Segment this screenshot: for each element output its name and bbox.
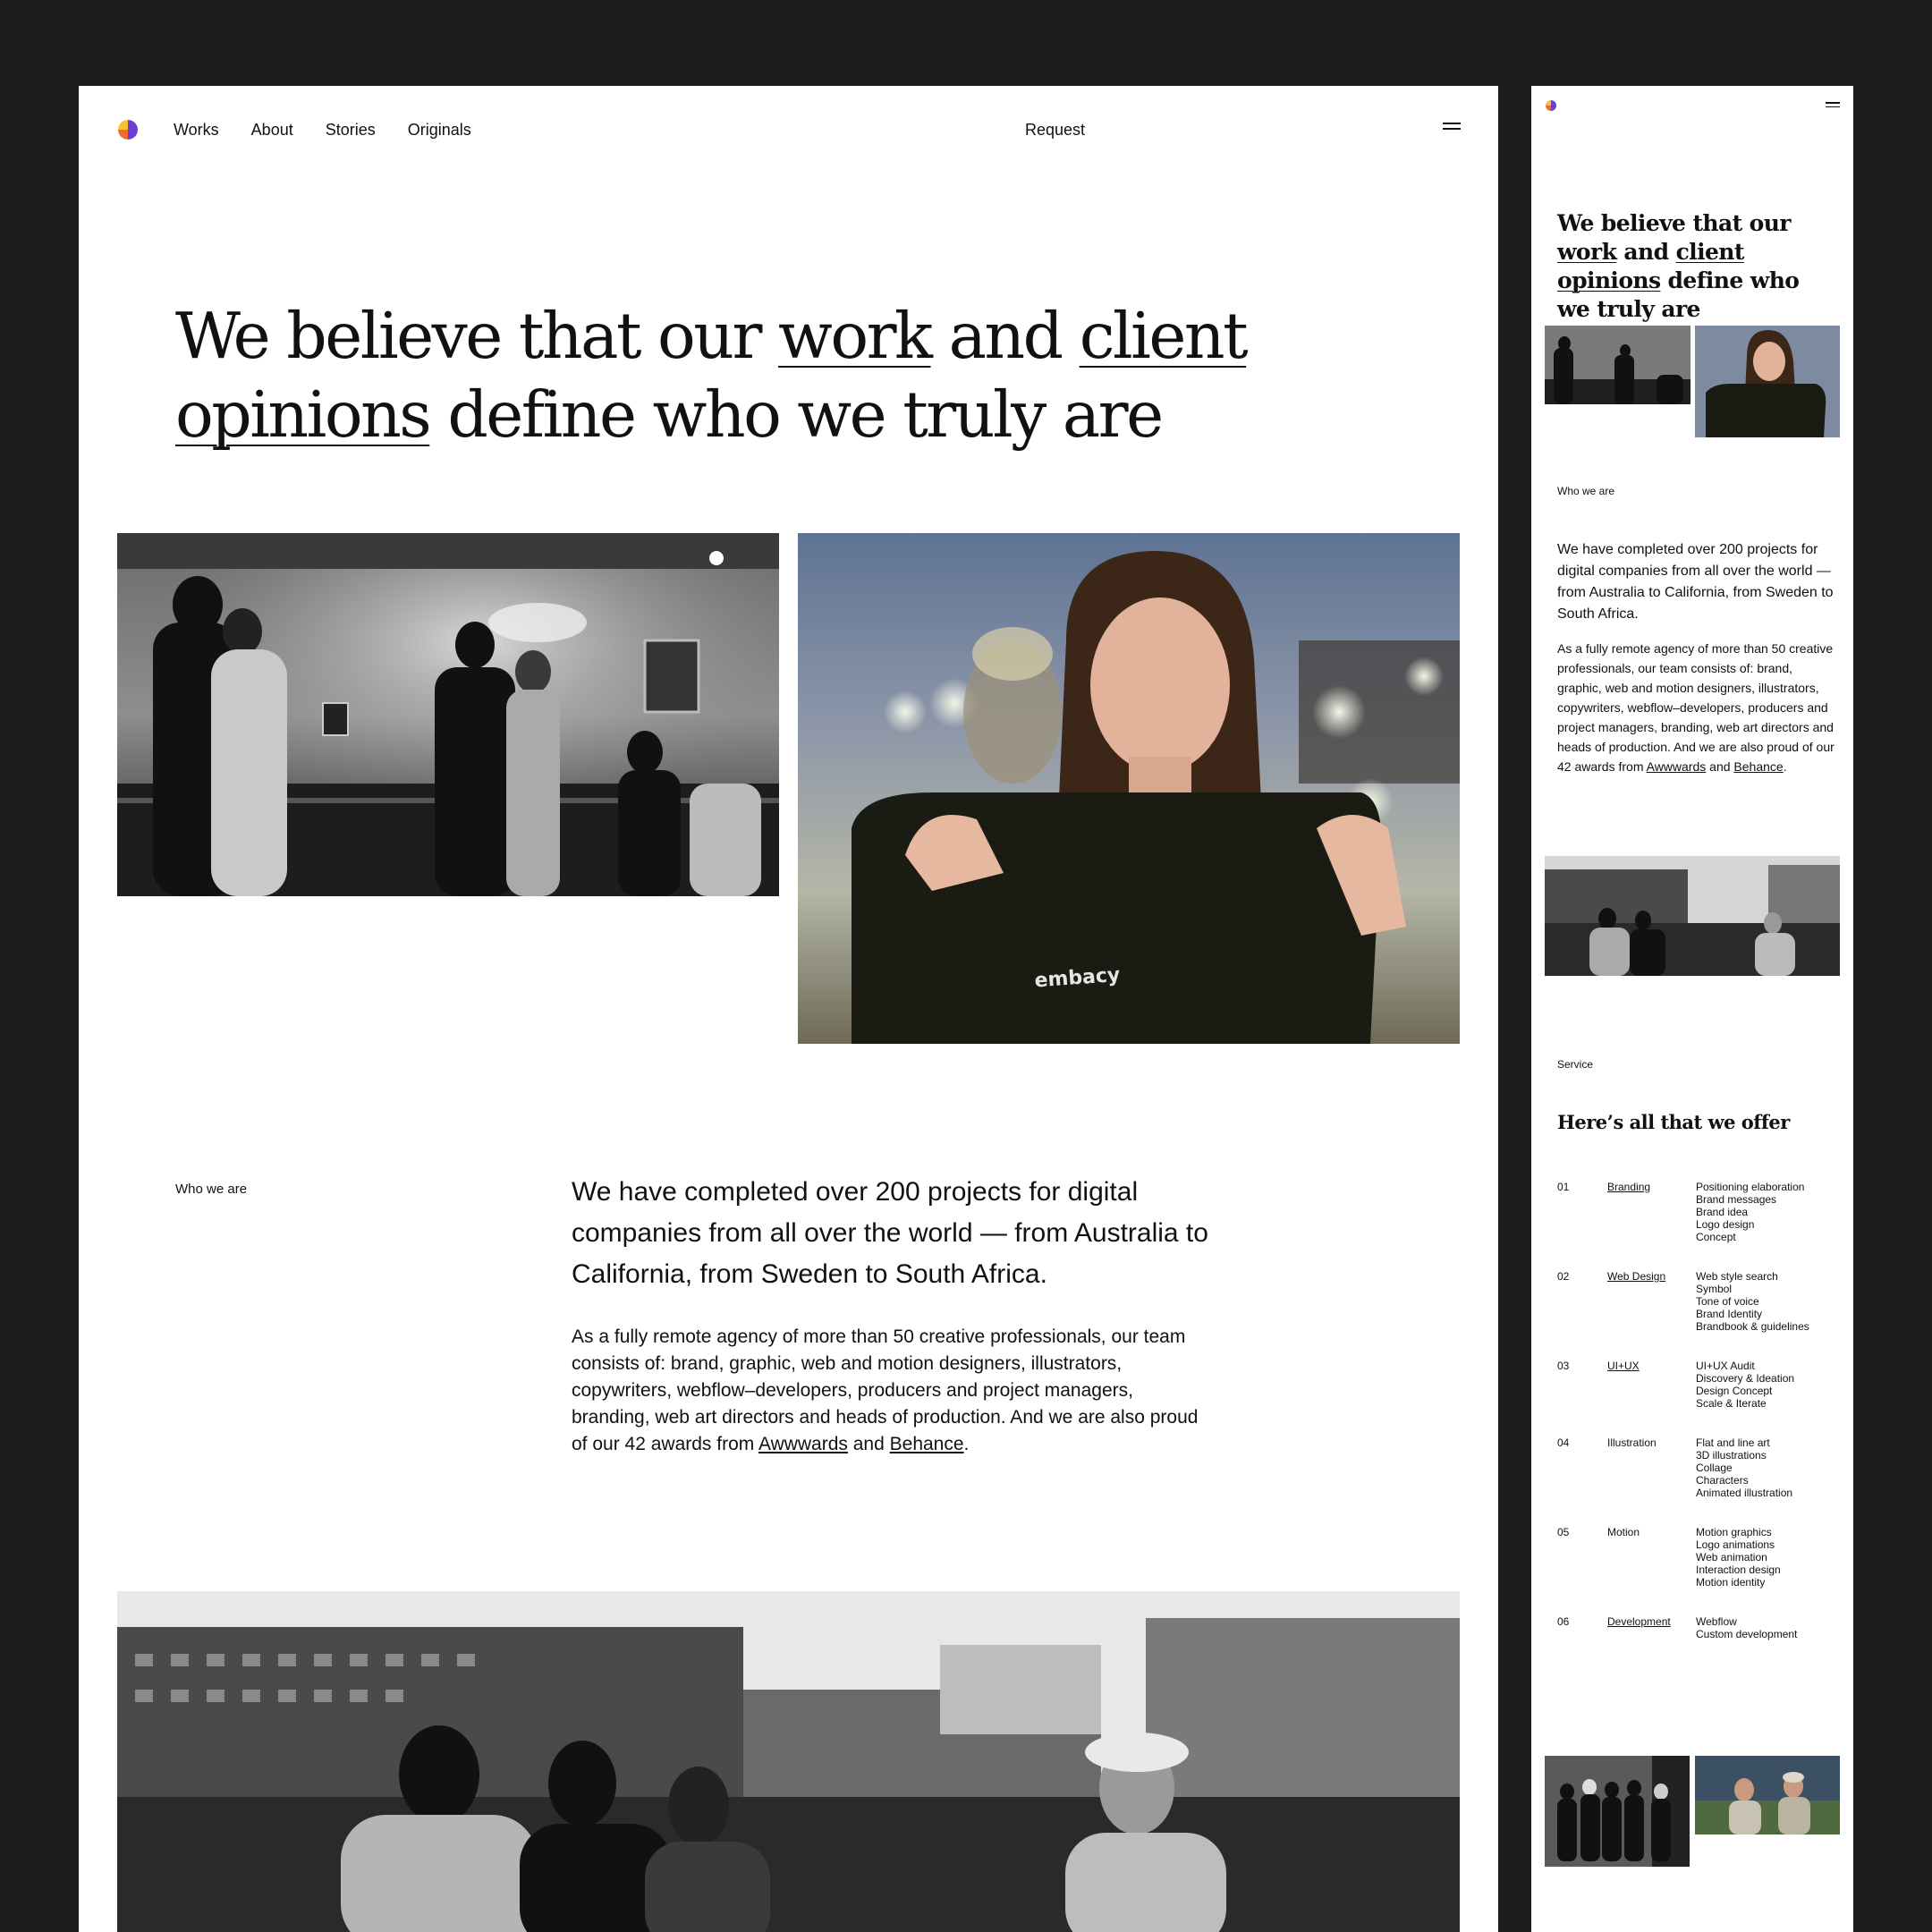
- service-illustration: Illustration: [1607, 1436, 1657, 1449]
- hero-text: define who we truly are: [429, 377, 1164, 452]
- services-list: 01 Branding Positioning elaboration Bran…: [1557, 1181, 1835, 1640]
- service-number: 02: [1557, 1270, 1570, 1283]
- service-subitem: Interaction design: [1696, 1563, 1781, 1576]
- service-subitem: UI+UX Audit: [1696, 1360, 1755, 1372]
- service-item: 03 UI+UX UI+UX Audit Discovery & Ideatio…: [1557, 1360, 1835, 1410]
- service-number: 01: [1557, 1181, 1570, 1193]
- nav-originals[interactable]: Originals: [408, 120, 471, 140]
- service-subitem: Brand idea: [1696, 1206, 1749, 1218]
- service-item: 02 Web Design Web style search Symbol To…: [1557, 1270, 1835, 1333]
- work-link[interactable]: work: [778, 299, 933, 373]
- request-link[interactable]: Request: [1025, 120, 1085, 140]
- main-nav: Works About Stories Originals: [174, 120, 471, 140]
- service-items: Webflow Custom development: [1696, 1615, 1797, 1640]
- who-body-text: As a fully remote agency of more than 50…: [572, 1324, 1207, 1458]
- service-item: 04 Illustration Flat and line art 3D ill…: [1557, 1436, 1835, 1499]
- who-body-part: .: [963, 1434, 970, 1454]
- menu-icon[interactable]: [1443, 123, 1461, 137]
- who-body-part: As a fully remote agency of more than 50…: [1557, 641, 1835, 774]
- awwwards-link[interactable]: Awwwards: [1647, 759, 1707, 774]
- service-subitem: 3D illustrations: [1696, 1449, 1767, 1462]
- service-subitem: Scale & Iterate: [1696, 1397, 1767, 1410]
- hero-text: We believe that our: [175, 299, 779, 373]
- logo-icon[interactable]: [118, 120, 138, 140]
- who-body-text: As a fully remote agency of more than 50…: [1557, 639, 1836, 776]
- service-items: Motion graphics Logo animations Web anim…: [1696, 1526, 1781, 1589]
- service-development-link[interactable]: Development: [1607, 1615, 1696, 1640]
- service-subitem: Web style search: [1696, 1270, 1778, 1283]
- hero-heading: We believe that our work and client opin…: [1557, 209, 1835, 324]
- service-item: 05 Motion Motion graphics Logo animation…: [1557, 1526, 1835, 1589]
- service-items: Positioning elaboration Brand messages B…: [1696, 1181, 1804, 1243]
- who-we-are-label: Who we are: [175, 1182, 248, 1197]
- two-men-photo: [1695, 1756, 1840, 1835]
- hero-heading: We believe that our work and client opin…: [175, 297, 1338, 454]
- team-party-photo: [1545, 326, 1690, 404]
- service-number: 06: [1557, 1615, 1570, 1628]
- who-lead-text: We have completed over 200 projects for …: [1557, 542, 1834, 622]
- service-subitem: Animated illustration: [1696, 1487, 1793, 1499]
- nav-stories[interactable]: Stories: [326, 120, 376, 140]
- service-label: Service: [1557, 1058, 1594, 1071]
- behance-link[interactable]: Behance: [890, 1434, 964, 1454]
- desktop-frame: Works About Stories Originals Request We…: [79, 86, 1498, 1932]
- service-number: 04: [1557, 1436, 1570, 1449]
- service-subitem: Logo animations: [1696, 1538, 1775, 1551]
- who-body-part: and: [847, 1434, 890, 1454]
- who-we-are-label: Who we are: [1557, 485, 1615, 497]
- nav-works[interactable]: Works: [174, 120, 219, 140]
- embacy-shirt-photo: [1695, 326, 1840, 437]
- hero-text: We believe that our: [1557, 210, 1791, 236]
- service-subitem: Discovery & Ideation: [1696, 1372, 1795, 1385]
- who-lead-text: We have completed over 200 projects for …: [572, 1177, 1208, 1289]
- who-body-part: .: [1783, 759, 1787, 774]
- service-item: 01 Branding Positioning elaboration Bran…: [1557, 1181, 1835, 1243]
- service-subitem: Motion identity: [1696, 1576, 1766, 1589]
- service-subitem: Brandbook & guidelines: [1696, 1320, 1809, 1333]
- service-subitem: Custom development: [1696, 1628, 1798, 1640]
- service-subitem: Tone of voice: [1696, 1295, 1759, 1308]
- service-subitem: Webflow: [1696, 1615, 1737, 1628]
- service-motion: Motion: [1607, 1526, 1640, 1538]
- service-subitem: Concept: [1696, 1231, 1736, 1243]
- team-group-photo: [1545, 1756, 1690, 1867]
- rooftop-team-photo: [117, 1591, 1460, 1932]
- behance-link[interactable]: Behance: [1733, 759, 1783, 774]
- service-subitem: Design Concept: [1696, 1385, 1773, 1397]
- service-subitem: Characters: [1696, 1474, 1749, 1487]
- service-number: 05: [1557, 1526, 1570, 1538]
- work-link[interactable]: work: [1557, 239, 1617, 265]
- service-item: 06 Development Webflow Custom developmen…: [1557, 1615, 1835, 1640]
- menu-icon[interactable]: [1826, 102, 1840, 111]
- hero-text: and: [930, 299, 1080, 373]
- service-web-design-link[interactable]: Web Design: [1607, 1270, 1696, 1333]
- service-subitem: Web animation: [1696, 1551, 1767, 1563]
- who-body-part: and: [1706, 759, 1734, 774]
- services-title: Here’s all that we offer: [1557, 1111, 1790, 1133]
- service-branding-link[interactable]: Branding: [1607, 1181, 1696, 1243]
- awwwards-link[interactable]: Awwwards: [758, 1434, 848, 1454]
- service-subitem: Brand messages: [1696, 1193, 1777, 1206]
- rooftop-team-photo: [1545, 856, 1840, 976]
- nav-about[interactable]: About: [251, 120, 293, 140]
- service-items: UI+UX Audit Discovery & Ideation Design …: [1696, 1360, 1794, 1410]
- service-subitem: Brand Identity: [1696, 1308, 1763, 1320]
- service-subitem: Logo design: [1696, 1218, 1755, 1231]
- service-subitem: Collage: [1696, 1462, 1733, 1474]
- service-subitem: Motion graphics: [1696, 1526, 1772, 1538]
- mobile-frame: We believe that our work and client opin…: [1531, 86, 1853, 1932]
- service-items: Flat and line art 3D illustrations Colla…: [1696, 1436, 1792, 1499]
- service-subitem: Positioning elaboration: [1696, 1181, 1805, 1193]
- service-subitem: Flat and line art: [1696, 1436, 1770, 1449]
- service-number: 03: [1557, 1360, 1570, 1372]
- team-party-photo: [117, 533, 779, 896]
- logo-icon[interactable]: [1546, 100, 1556, 111]
- embacy-shirt-photo: embacy: [798, 533, 1460, 1044]
- hero-text: and: [1616, 239, 1676, 265]
- service-items: Web style search Symbol Tone of voice Br…: [1696, 1270, 1809, 1333]
- service-subitem: Symbol: [1696, 1283, 1733, 1295]
- service-uiux-link[interactable]: UI+UX: [1607, 1360, 1696, 1410]
